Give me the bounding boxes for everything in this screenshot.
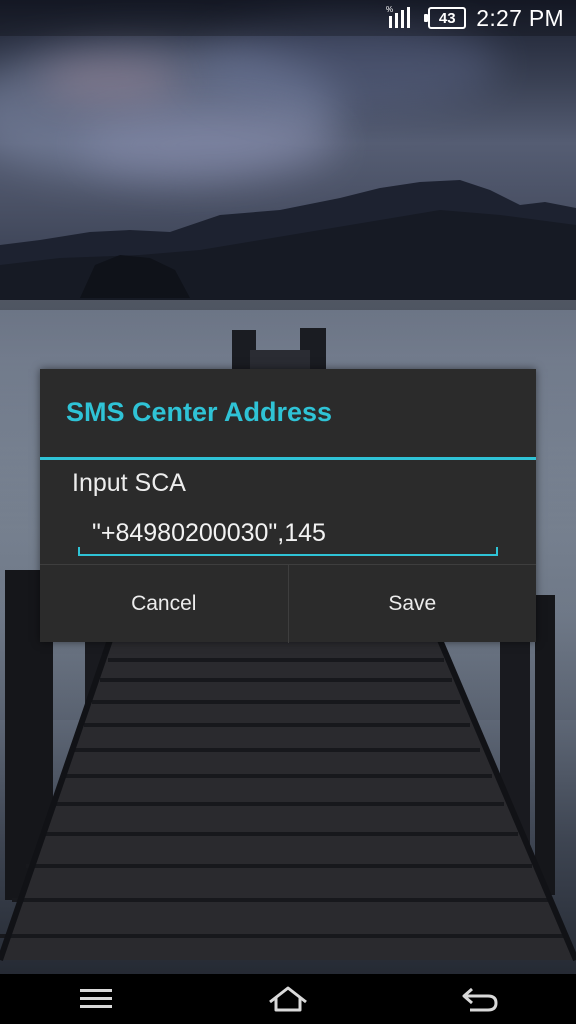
menu-icon [80,989,112,1008]
battery-icon: 43 [424,7,467,29]
battery-level: 43 [438,9,456,27]
home-icon [269,986,307,1012]
title-divider [40,457,536,460]
save-button[interactable]: Save [289,565,537,643]
wallpaper-mountains [0,180,576,310]
status-bar: % 43 2:27 PM [0,0,576,36]
dialog-button-row: Cancel Save [40,564,536,643]
input-underline-edge [78,547,80,556]
clock: 2:27 PM [476,4,564,31]
sca-input[interactable] [78,512,498,556]
menu-button[interactable] [51,974,141,1024]
status-icons: % 43 2:27 PM [386,0,564,36]
sms-center-dialog: SMS Center Address Input SCA Cancel Save [40,369,536,643]
cancel-button[interactable]: Cancel [40,565,288,643]
dialog-title: SMS Center Address [66,397,333,427]
input-label: Input SCA [72,469,186,497]
home-button[interactable] [243,974,333,1024]
navigation-bar [0,974,576,1024]
back-icon [462,987,498,1012]
back-button[interactable] [435,974,525,1024]
signal-bars-icon: % [386,5,411,28]
svg-text:%: % [386,5,393,14]
wallpaper-cloud [40,60,180,100]
input-underline-edge [496,547,498,556]
screen: % 43 2:27 PM SMS Center Address Input SC… [0,0,576,1024]
